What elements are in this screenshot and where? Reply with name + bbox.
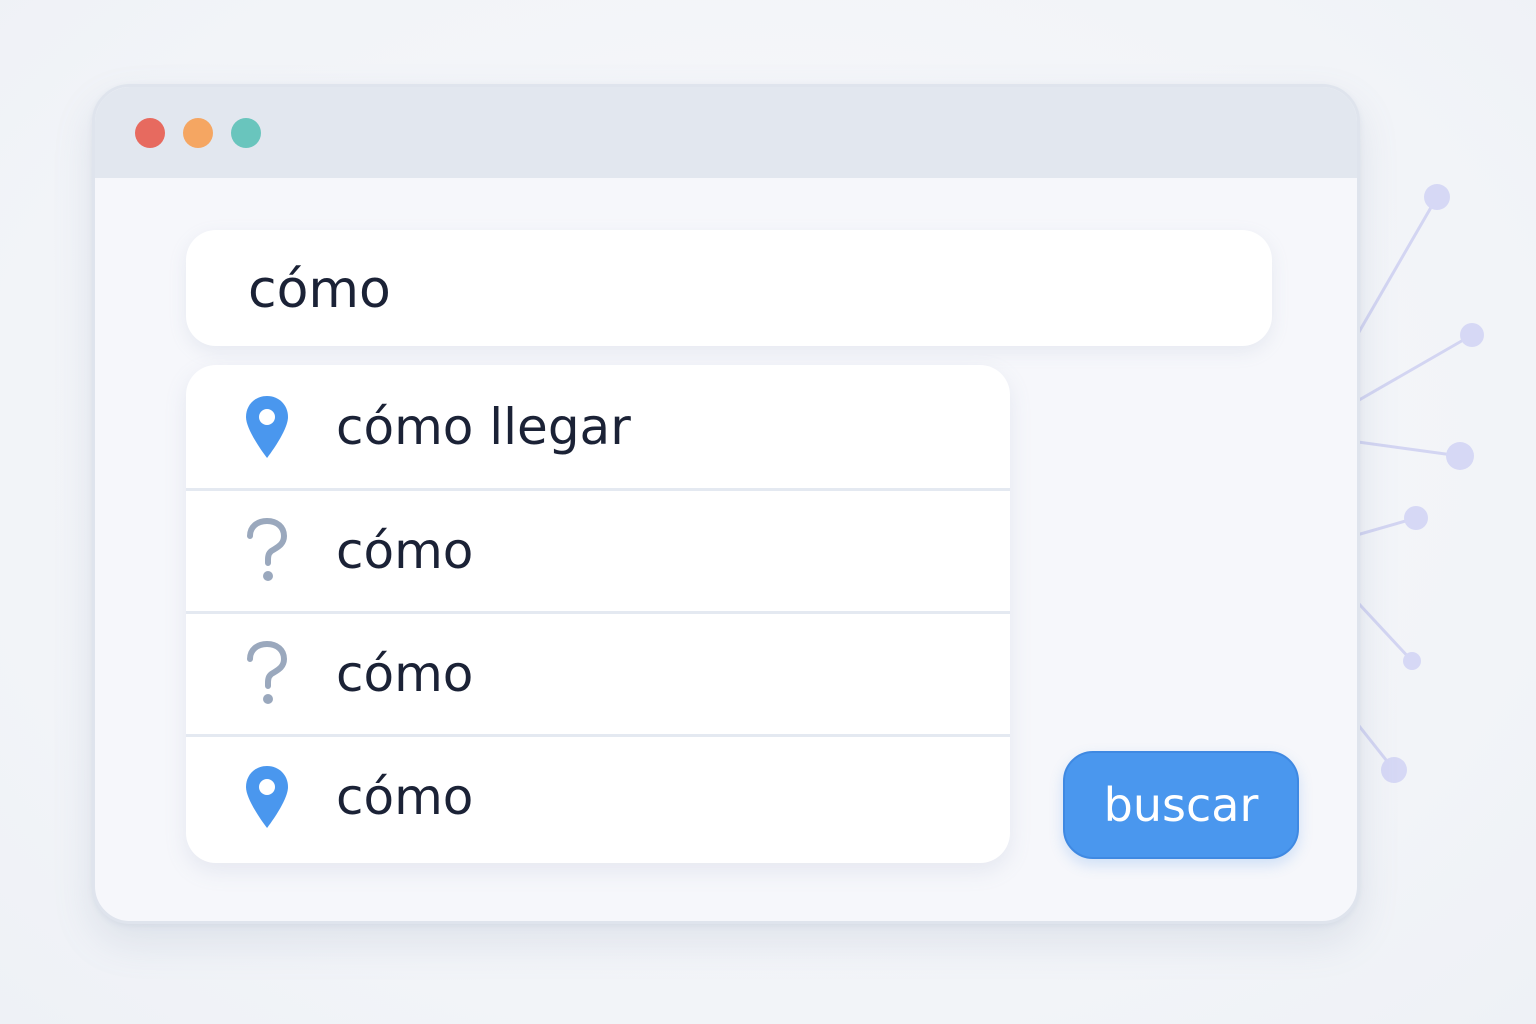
location-pin-icon bbox=[242, 392, 292, 462]
suggestion-label: cómo bbox=[336, 768, 474, 826]
browser-window: cómo llegar cómo cómo bbox=[92, 84, 1360, 924]
search-box[interactable] bbox=[186, 230, 1272, 346]
suggestions-dropdown: cómo llegar cómo cómo cómo bbox=[186, 365, 1010, 863]
question-mark-icon bbox=[242, 639, 292, 709]
question-mark-icon bbox=[242, 516, 292, 586]
close-window-button[interactable] bbox=[135, 118, 165, 148]
suggestion-item[interactable]: cómo bbox=[186, 488, 1010, 611]
location-pin-icon bbox=[242, 762, 292, 832]
suggestion-label: cómo bbox=[336, 645, 474, 703]
suggestion-label: cómo llegar bbox=[336, 397, 631, 456]
suggestion-item[interactable]: cómo bbox=[186, 734, 1010, 857]
window-titlebar bbox=[95, 87, 1357, 178]
search-button[interactable]: buscar bbox=[1063, 751, 1299, 859]
illustration-canvas: cómo llegar cómo cómo bbox=[0, 0, 1536, 1024]
suggestion-label: cómo bbox=[336, 522, 474, 580]
search-input[interactable] bbox=[248, 260, 1208, 320]
minimize-window-button[interactable] bbox=[183, 118, 213, 148]
maximize-window-button[interactable] bbox=[231, 118, 261, 148]
suggestion-item[interactable]: cómo llegar bbox=[186, 365, 1010, 488]
suggestion-item[interactable]: cómo bbox=[186, 611, 1010, 734]
